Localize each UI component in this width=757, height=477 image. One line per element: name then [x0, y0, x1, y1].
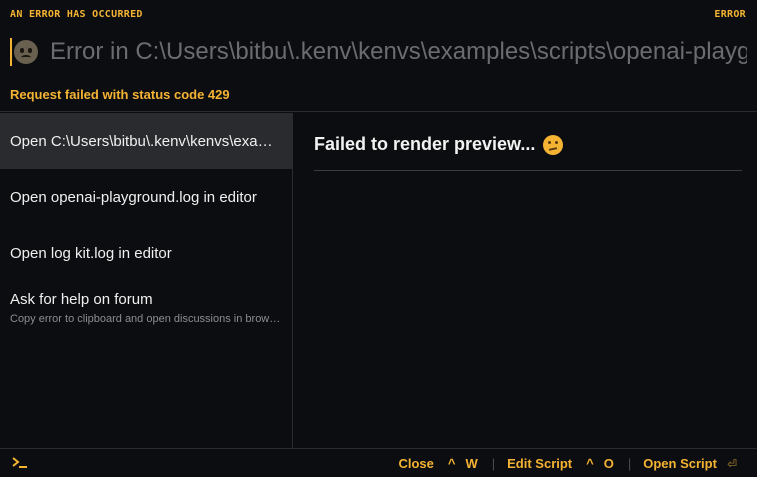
- footer-actions: Close ^ W | Edit Script ^ O | Open Scrip…: [398, 449, 737, 477]
- text-caret: [10, 38, 12, 66]
- choice-description: Copy error to clipboard and open discuss…: [10, 313, 283, 325]
- divider: |: [491, 456, 496, 471]
- shortcut-key: ^: [586, 456, 594, 471]
- sad-face-icon: [14, 40, 38, 64]
- choice-open-script[interactable]: Open C:\Users\bitbu\.kenv\kenvs\examples…: [0, 113, 293, 169]
- preview-panel: Failed to render preview...: [294, 113, 757, 448]
- close-action[interactable]: Close: [398, 456, 433, 471]
- open-script-action[interactable]: Open Script: [643, 456, 717, 471]
- error-heading: AN ERROR HAS OCCURRED: [10, 9, 143, 20]
- choice-open-log[interactable]: Open openai-playground.log in editor: [0, 169, 293, 225]
- choice-open-kit-log[interactable]: Open log kit.log in editor: [0, 225, 293, 281]
- footer-bar: Close ^ W | Edit Script ^ O | Open Scrip…: [0, 448, 757, 477]
- preview-divider: [314, 170, 742, 171]
- edit-script-action[interactable]: Edit Script: [507, 456, 572, 471]
- error-status-message: Request failed with status code 429: [10, 87, 230, 102]
- error-header: AN ERROR HAS OCCURRED ERROR Error in C:\…: [0, 0, 757, 112]
- shortcut-key: ^: [447, 456, 456, 471]
- thinking-face-icon: [543, 134, 564, 155]
- choice-ask-forum[interactable]: Ask for help on forum Copy error to clip…: [0, 281, 293, 337]
- choice-list: Open C:\Users\bitbu\.kenv\kenvs\examples…: [0, 113, 293, 448]
- shortcut-key: O: [603, 456, 614, 471]
- prompt-input-value[interactable]: Error in C:\Users\bitbu\.kenv\kenvs\exam…: [50, 38, 747, 66]
- choice-label: Open C:\Users\bitbu\.kenv\kenvs\examples…: [10, 133, 283, 150]
- choice-label: Open openai-playground.log in editor: [10, 189, 257, 206]
- preview-title: Failed to render preview...: [314, 134, 564, 155]
- preview-title-text: Failed to render preview...: [314, 134, 536, 154]
- enter-key-icon: ⏎: [726, 456, 737, 471]
- choice-label: Open log kit.log in editor: [10, 245, 172, 262]
- terminal-prompt-icon[interactable]: [11, 456, 29, 470]
- choice-label: Ask for help on forum: [10, 291, 153, 308]
- shortcut-key: W: [465, 456, 478, 471]
- prompt-input[interactable]: Error in C:\Users\bitbu\.kenv\kenvs\exam…: [10, 34, 747, 70]
- error-tag: ERROR: [714, 9, 746, 20]
- divider: |: [627, 456, 632, 471]
